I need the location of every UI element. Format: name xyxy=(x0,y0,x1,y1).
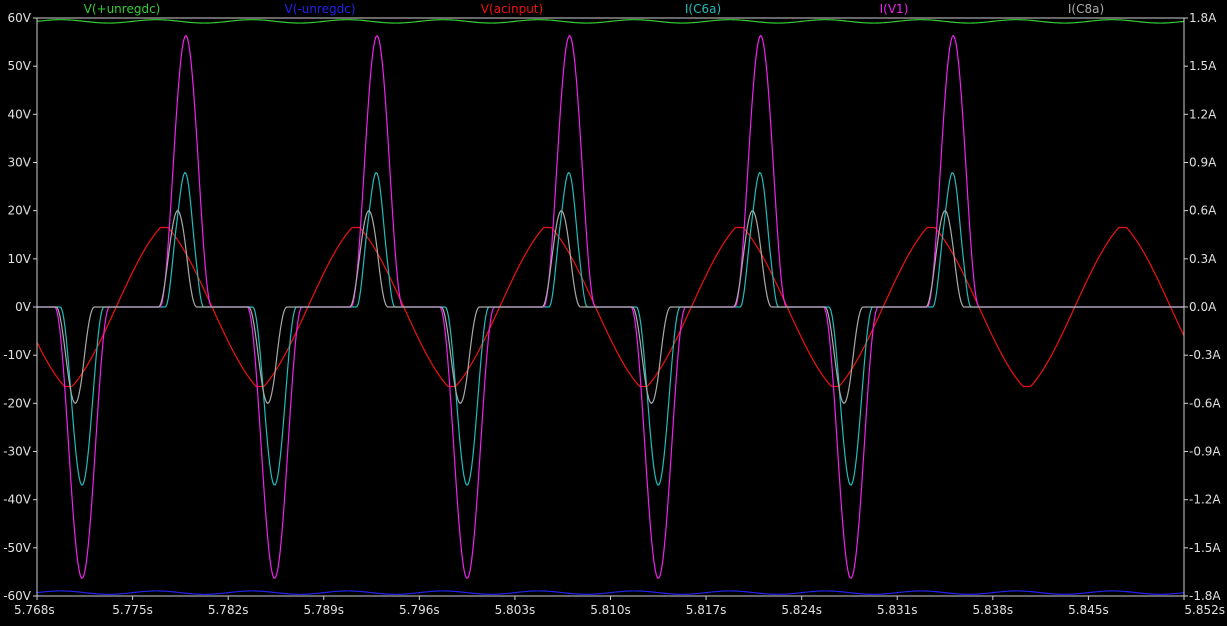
x-tick-label: 5.817s xyxy=(686,603,727,617)
y2-tick-label: 0.9A xyxy=(1189,156,1217,170)
legend-entry-5[interactable]: I(C8a) xyxy=(1068,2,1104,16)
x-tick-label: 5.782s xyxy=(208,603,249,617)
y-tick-label: 60V xyxy=(8,11,32,25)
legend-entry-0[interactable]: V(+unregdc) xyxy=(84,2,161,16)
plot-background xyxy=(0,0,1227,622)
legend-entry-4[interactable]: I(V1) xyxy=(880,2,909,16)
y-tick-label: 30V xyxy=(8,156,32,170)
legend-entry-3[interactable]: I(C6a) xyxy=(685,2,721,16)
y2-tick-label: 1.5A xyxy=(1189,59,1217,73)
y2-tick-label: -1.8A xyxy=(1189,589,1221,603)
y2-tick-label: -1.5A xyxy=(1189,541,1221,555)
x-tick-label: 5.775s xyxy=(112,603,153,617)
x-tick-label: 5.810s xyxy=(590,603,631,617)
y2-tick-label: 0.0A xyxy=(1189,300,1217,314)
y2-tick-label: -0.6A xyxy=(1189,396,1221,410)
legend-entry-1[interactable]: V(-unregdc) xyxy=(285,2,356,16)
x-tick-label: 5.768s xyxy=(14,603,55,617)
y-tick-label: 20V xyxy=(8,204,32,218)
y2-tick-label: 1.2A xyxy=(1189,107,1217,121)
y-tick-label: -10V xyxy=(3,348,32,362)
y-tick-label: 50V xyxy=(8,59,32,73)
x-tick-label: 5.789s xyxy=(303,603,344,617)
waveform-plot[interactable]: 60V 50V 40V 30V 20V 10V 0V -10V -20V -30V -40V -50V… xyxy=(0,0,1227,622)
y2-tick-label: 0.3A xyxy=(1189,252,1217,266)
y-tick-label: -30V xyxy=(3,445,32,459)
y2-tick-label: -0.9A xyxy=(1189,445,1221,459)
y2-tick-label: 0.6A xyxy=(1189,204,1217,218)
y-tick-label: -40V xyxy=(3,493,32,507)
y-tick-label: -50V xyxy=(3,541,32,555)
y-tick-label: -60V xyxy=(3,589,32,603)
x-tick-label: 5.796s xyxy=(399,603,440,617)
y-tick-label: 0V xyxy=(15,300,32,314)
x-tick-label: 5.803s xyxy=(495,603,536,617)
waveform-chart[interactable]: 60V 50V 40V 30V 20V 10V 0V -10V -20V -30V -40V -50V… xyxy=(0,0,1227,622)
x-tick-label: 5.845s xyxy=(1068,603,1109,617)
y-tick-label: -20V xyxy=(3,396,32,410)
x-tick-label: 5.852s xyxy=(1184,603,1225,617)
x-tick-label: 5.831s xyxy=(877,603,918,617)
y2-tick-label: -1.2A xyxy=(1189,493,1221,507)
y-tick-label: 10V xyxy=(8,252,32,266)
legend-entry-2[interactable]: V(acinput) xyxy=(481,2,543,16)
x-tick-label: 5.838s xyxy=(973,603,1014,617)
x-tick-label: 5.824s xyxy=(781,603,822,617)
y2-tick-label: 1.8A xyxy=(1189,11,1217,25)
y2-tick-label: -0.3A xyxy=(1189,348,1221,362)
y-tick-label: 40V xyxy=(8,107,32,121)
